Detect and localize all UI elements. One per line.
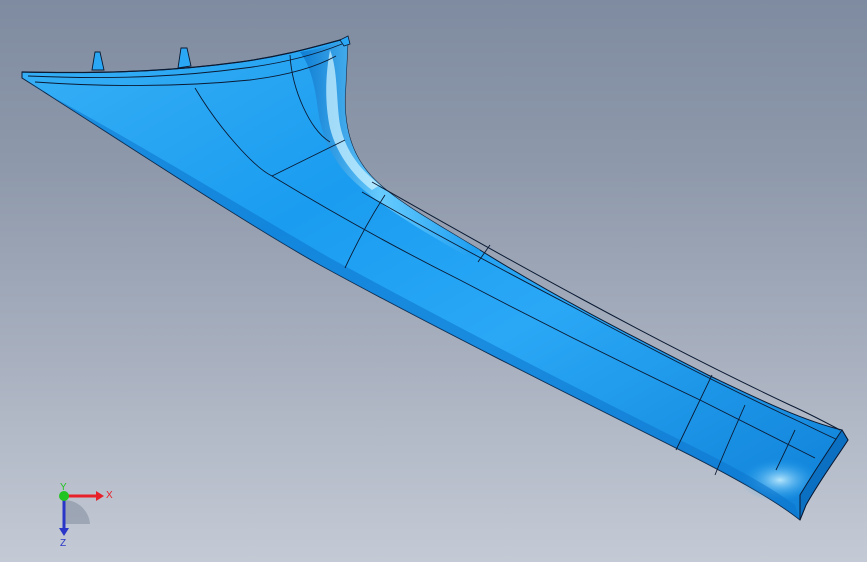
triad-x-label: X: [106, 490, 113, 501]
triad-z-arrow: [59, 528, 69, 536]
clip-tab-1: [91, 51, 105, 71]
triad-z-label: Z: [60, 538, 66, 549]
triad-y-label: Y: [60, 482, 67, 493]
model-body: [21, 37, 849, 521]
triad-x-arrow: [96, 491, 104, 501]
pillar-trim-3d-model[interactable]: [0, 0, 867, 562]
clip-tab-2: [177, 47, 192, 69]
orientation-triad: X Y Z: [59, 482, 113, 549]
triad-shadow: [64, 499, 90, 524]
graphics-viewport[interactable]: X Y Z: [0, 0, 867, 562]
